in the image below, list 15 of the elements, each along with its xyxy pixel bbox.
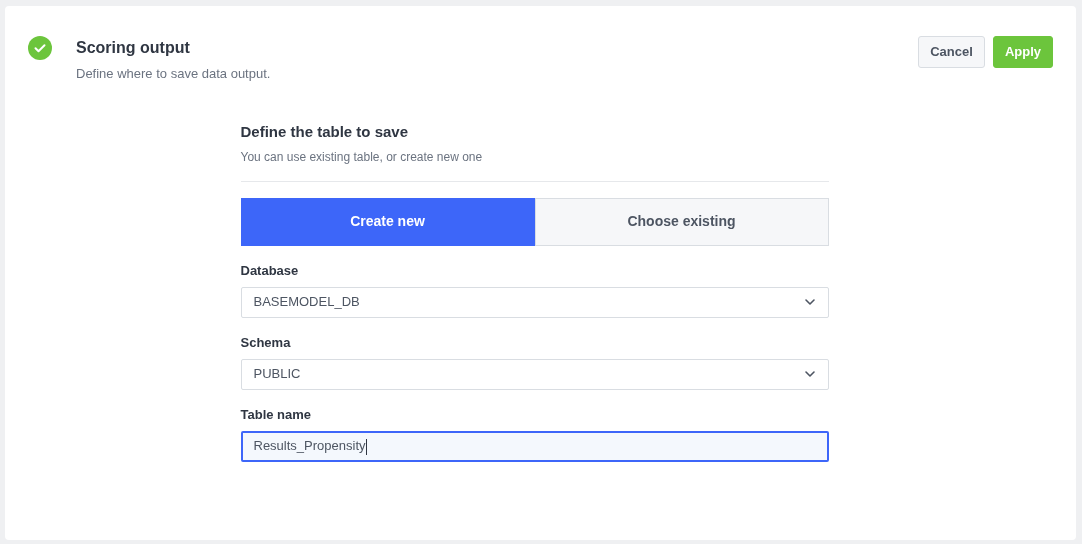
field-label: Schema — [240, 334, 292, 351]
dropdown-field[interactable]: PUBLIC — [240, 358, 829, 390]
cancel-button[interactable]: Cancel — [918, 36, 985, 68]
field-label: Table name — [240, 406, 313, 423]
chevron-down-icon — [803, 298, 816, 306]
section-subtitle: You can use existing table, or create new one — [240, 148, 484, 166]
chevron-down-icon — [803, 370, 816, 378]
mode-toggle-button[interactable]: Choose existing — [534, 197, 829, 246]
mode-toggle-button[interactable]: Create new — [240, 197, 535, 246]
dropdown-field[interactable]: BASEMODEL_DB — [240, 286, 829, 318]
field-label: Database — [240, 262, 300, 279]
step-subtitle: Define where to save data output. — [76, 65, 272, 83]
input-field[interactable]: Results_Propensity — [240, 430, 829, 462]
step-title: Scoring output — [76, 38, 191, 58]
section-title: Define the table to save — [240, 121, 410, 142]
